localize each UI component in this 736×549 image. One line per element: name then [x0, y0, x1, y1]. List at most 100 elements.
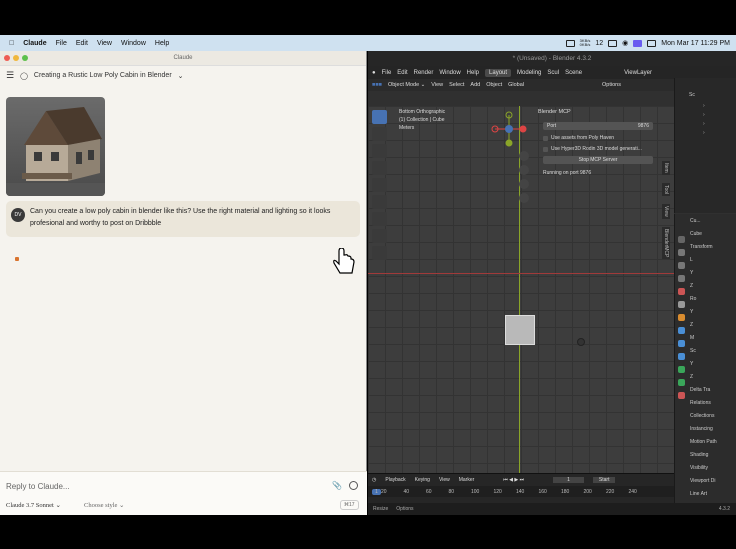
select-mode-icons[interactable]: ■■■	[372, 82, 382, 88]
world-props-icon[interactable]	[678, 301, 685, 308]
chevron-down-icon[interactable]: ⌄	[178, 72, 184, 80]
transform-tool-icon[interactable]	[372, 195, 387, 209]
mode-selector[interactable]: Object Mode ⌄	[388, 82, 425, 88]
scene-props-icon[interactable]	[678, 288, 685, 295]
stop-mcp-button[interactable]: Stop MCP Server	[543, 156, 653, 164]
model-selector[interactable]: Claude 3.7 Sonnet ⌄	[6, 501, 61, 509]
ntab-tool[interactable]: Tool	[662, 182, 670, 196]
output-props-icon[interactable]	[678, 262, 685, 269]
tool-props-icon[interactable]	[678, 236, 685, 243]
orientation-selector[interactable]: Global	[508, 82, 524, 88]
modifier-props-icon[interactable]	[678, 327, 685, 334]
battery-icon[interactable]	[608, 39, 618, 47]
polyhaven-checkbox[interactable]: Use assets from Poly Haven	[543, 135, 658, 141]
cabin-reference-image[interactable]	[6, 97, 105, 196]
pan-hand-icon[interactable]	[519, 165, 529, 175]
hamburger-menu-icon[interactable]: ☰	[6, 70, 14, 81]
port-field[interactable]: Port 9876	[543, 122, 653, 130]
move-tool-icon[interactable]	[372, 144, 387, 158]
vmenu-add[interactable]: Add	[470, 82, 480, 88]
add-cube-tool-icon[interactable]	[372, 246, 387, 260]
panel-line-art[interactable]: Line Art	[675, 487, 736, 500]
start-field[interactable]: Start	[592, 477, 616, 483]
hyper3d-checkbox[interactable]: Use Hyper3D Rodin 3D model generati...	[543, 146, 658, 152]
apple-icon[interactable]: 	[9, 40, 14, 47]
outliner[interactable]: Sc › › › ›	[674, 78, 736, 213]
ntab-blendermcp[interactable]: BlenderMCP	[662, 226, 670, 260]
tl-view[interactable]: View	[439, 477, 450, 483]
properties-tabs	[675, 236, 687, 486]
measure-tool-icon[interactable]	[372, 229, 387, 243]
material-props-icon[interactable]	[678, 392, 685, 399]
bmenu-help[interactable]: Help	[467, 70, 479, 76]
rotate-tool-icon[interactable]	[372, 161, 387, 175]
bmenu-render[interactable]: Render	[414, 70, 434, 76]
grid-icon[interactable]	[519, 193, 529, 203]
scene-selector[interactable]: Scene	[565, 70, 582, 76]
properties-editor[interactable]: Cu... Cube Transform L Y Z Ro Y Z M Sc Y…	[674, 214, 736, 515]
playback-controls[interactable]: ⏮ ◀ ▶ ⏭	[503, 477, 524, 483]
style-selector[interactable]: Choose style ⌄	[84, 501, 124, 509]
tl-keying[interactable]: Keying	[415, 477, 430, 483]
control-center-icon[interactable]	[633, 39, 643, 47]
menu-view[interactable]: View	[97, 40, 112, 47]
outliner-scene-collection[interactable]: Sc	[675, 78, 736, 98]
scale-tool-icon[interactable]	[372, 178, 387, 192]
light-object[interactable]	[577, 338, 585, 346]
current-frame-field[interactable]: 1	[553, 477, 584, 483]
toggle-icon[interactable]	[647, 39, 657, 47]
outliner-items[interactable]: › › › ›	[675, 98, 736, 138]
particles-props-icon[interactable]	[678, 340, 685, 347]
maximize-window-icon[interactable]	[22, 55, 28, 61]
3d-viewport[interactable]: Bottom Orthographic (1) Collection | Cub…	[368, 106, 674, 473]
reply-input[interactable]: Reply to Claude...	[6, 482, 70, 491]
blender-logo-icon[interactable]: ●	[372, 70, 376, 76]
notification-badge[interactable]: 12	[595, 40, 603, 47]
menu-file[interactable]: File	[56, 40, 67, 47]
cube-object[interactable]	[505, 315, 535, 345]
tab-sculpt[interactable]: Scul	[547, 70, 559, 76]
cursor-tool-icon[interactable]	[372, 127, 387, 141]
viewlayer-selector[interactable]: ViewLayer	[624, 70, 652, 76]
ntab-item[interactable]: Item	[662, 161, 670, 175]
bmenu-window[interactable]: Window	[439, 70, 460, 76]
zoom-icon[interactable]	[519, 151, 529, 161]
wifi-icon[interactable]: ◉	[622, 39, 628, 47]
select-tool-icon[interactable]	[372, 110, 387, 124]
options-button[interactable]: Options	[602, 82, 621, 88]
menu-window[interactable]: Window	[121, 40, 146, 47]
playhead[interactable]: 1	[372, 488, 381, 495]
tl-marker[interactable]: Marker	[459, 477, 475, 483]
render-props-icon[interactable]	[678, 249, 685, 256]
record-icon[interactable]	[349, 481, 358, 490]
constraints-props-icon[interactable]	[678, 366, 685, 373]
frame-ruler[interactable]: 1 20 40 60 80 100 120 140 160 180 200 22…	[368, 486, 674, 497]
close-window-icon[interactable]	[4, 55, 10, 61]
tab-layout[interactable]: Layout	[485, 68, 512, 77]
menu-edit[interactable]: Edit	[76, 40, 88, 47]
minimize-window-icon[interactable]	[13, 55, 19, 61]
camera-icon[interactable]	[519, 179, 529, 189]
paperclip-icon[interactable]: 📎	[332, 481, 342, 490]
annotate-tool-icon[interactable]	[372, 212, 387, 226]
reply-box[interactable]: Reply to Claude... 📎 Claude 3.7 Sonnet ⌄…	[0, 471, 367, 515]
menu-help[interactable]: Help	[155, 40, 169, 47]
physics-props-icon[interactable]	[678, 353, 685, 360]
tl-playback[interactable]: Playback	[385, 477, 405, 483]
menubar-datetime[interactable]: Mon Mar 17 11:29 PM	[661, 40, 730, 47]
data-props-icon[interactable]	[678, 379, 685, 386]
chat-title[interactable]: Creating a Rustic Low Poly Cabin in Blen…	[34, 72, 172, 79]
ntab-view[interactable]: View	[662, 203, 670, 219]
tab-modeling[interactable]: Modeling	[517, 70, 541, 76]
vmenu-object[interactable]: Object	[486, 82, 502, 88]
bmenu-edit[interactable]: Edit	[397, 70, 407, 76]
vmenu-view[interactable]: View	[431, 82, 443, 88]
menu-app-name[interactable]: Claude	[23, 40, 46, 47]
clock-icon[interactable]: ◷	[372, 477, 376, 483]
navigation-gizmo[interactable]	[491, 111, 527, 147]
view-layer-props-icon[interactable]	[678, 275, 685, 282]
display-icon[interactable]	[565, 39, 575, 47]
vmenu-select[interactable]: Select	[449, 82, 464, 88]
object-props-icon[interactable]	[678, 314, 685, 321]
bmenu-file[interactable]: File	[382, 70, 392, 76]
